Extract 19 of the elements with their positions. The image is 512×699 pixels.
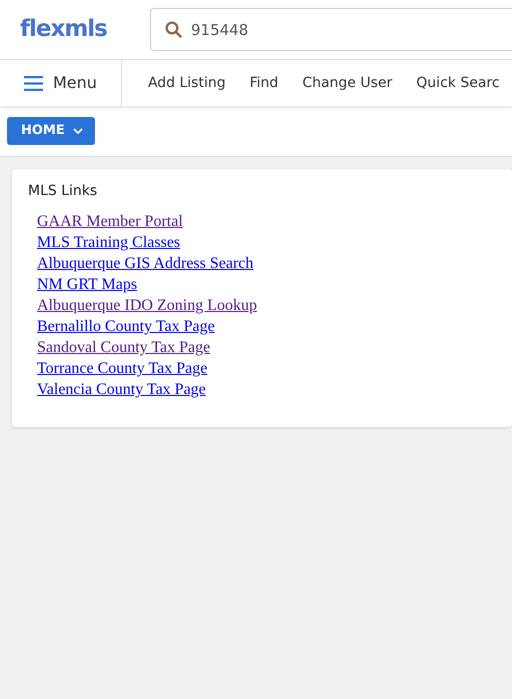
panel-title: MLS Links [28,182,98,201]
nav-link[interactable]: Add Listing [148,72,226,94]
nav-link[interactable]: Find [250,72,278,94]
link[interactable]: Torrance County Tax Page [37,358,208,379]
nav-link[interactable]: Change User [302,72,392,94]
link[interactable]: NM GRT Maps [37,274,138,295]
home-button[interactable]: HOME [7,117,95,145]
link[interactable]: GAAR Member Portal [37,211,183,232]
menu-icon [24,76,43,90]
caret-icon [72,128,83,134]
link[interactable]: Bernalillo County Tax Page [37,316,215,337]
link[interactable]: MLS Training Classes [37,232,180,253]
link[interactable]: Sandoval County Tax Page [37,337,210,358]
logo[interactable]: flexmls [20,12,150,47]
nav-link[interactable]: Quick Searc [416,72,500,94]
link[interactable]: Valencia County Tax Page [37,379,206,400]
link[interactable]: Albuquerque GIS Address Search [37,253,254,274]
search-field[interactable]: 915448 [150,8,512,51]
link[interactable]: Albuquerque IDO Zoning Lookup [37,295,257,316]
